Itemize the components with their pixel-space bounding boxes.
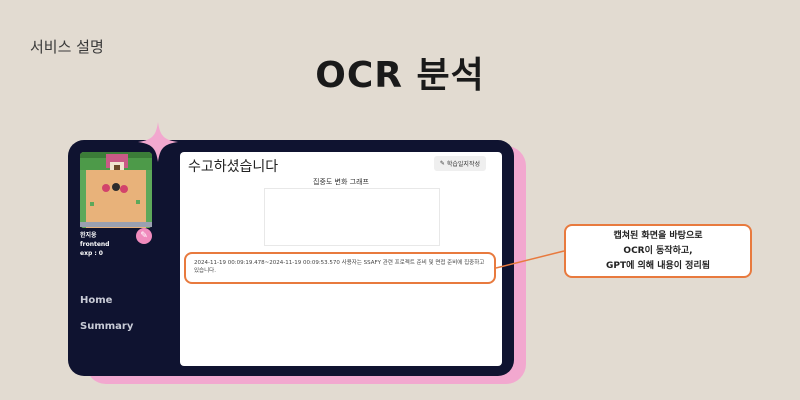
write-journal-button[interactable]: ✎ 학습일지작성 — [433, 156, 486, 171]
user-role: frontend — [80, 241, 110, 248]
pencil-icon: ✎ — [140, 231, 148, 241]
user-info: 한지웅 frontend exp : 0 — [80, 231, 109, 258]
profile-game-image — [80, 152, 152, 228]
edit-profile-button[interactable]: ✎ — [136, 228, 152, 244]
user-exp: exp : 0 — [80, 250, 103, 257]
write-journal-label: 학습일지작성 — [446, 161, 480, 168]
ocr-log-text: 2024-11-19 00:09:19.478~2024-11-19 00:09… — [194, 260, 485, 274]
ocr-log-entry: 2024-11-19 00:09:19.478~2024-11-19 00:09… — [184, 252, 496, 284]
profile-caption-bar — [80, 222, 152, 227]
pencil-icon: ✎ — [439, 160, 445, 167]
user-name: 한지웅 — [80, 232, 97, 239]
callout-box: 캡쳐된 화면을 바탕으로 OCR이 동작하고, GPT에 의해 내용이 정리됨 — [564, 224, 752, 278]
callout-line-3: GPT에 의해 내용이 정리됨 — [605, 260, 711, 271]
nav-summary[interactable]: Summary — [80, 321, 133, 332]
nav-home[interactable]: Home — [80, 295, 112, 306]
page-title: 수고하셨습니다 — [188, 159, 279, 175]
focus-chart-area — [264, 188, 440, 246]
callout-line-1: 캡쳐된 화면을 바탕으로 — [613, 230, 703, 241]
chart-title: 집중도 변화 그래프 — [313, 178, 369, 186]
callout-line-2: OCR이 동작하고, — [623, 245, 693, 256]
slide-headline: OCR 분석 — [315, 55, 485, 96]
main-panel: 수고하셨습니다 ✎ 학습일지작성 집중도 변화 그래프 2024-11-19 0… — [180, 152, 502, 366]
